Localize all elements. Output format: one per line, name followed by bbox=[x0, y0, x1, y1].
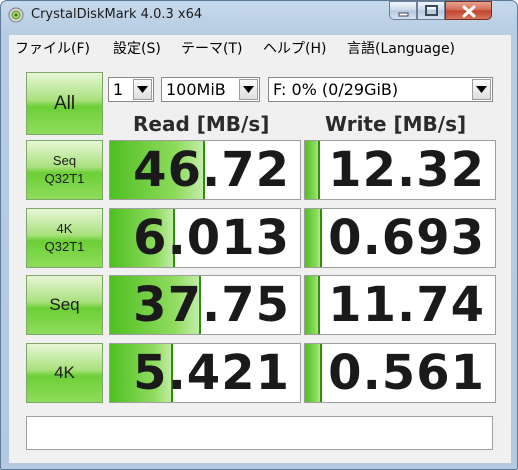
menu-file[interactable]: ファイル(F) bbox=[15, 38, 90, 58]
maximize-icon bbox=[425, 5, 438, 16]
write-bar-edge bbox=[318, 276, 321, 334]
write-value: 11.74 bbox=[328, 277, 485, 333]
menu-help[interactable]: ヘルプ(H) bbox=[263, 38, 326, 58]
menu-language[interactable]: 言語(Language) bbox=[347, 38, 455, 58]
main-panel: All 1 100MiB F: 0% (0/29GiB) Read [MB/s]… bbox=[9, 57, 511, 463]
comment-field[interactable] bbox=[26, 416, 493, 450]
read-value: 37.75 bbox=[133, 277, 290, 333]
read-cell: 6.013 bbox=[109, 208, 301, 268]
test-size-value: 100MiB bbox=[166, 80, 226, 99]
write-value: 12.32 bbox=[328, 142, 485, 198]
read-value: 6.013 bbox=[133, 210, 290, 266]
maximize-button[interactable] bbox=[417, 1, 445, 20]
minimize-icon bbox=[398, 12, 409, 17]
app-icon bbox=[8, 7, 24, 23]
close-button[interactable] bbox=[445, 1, 492, 20]
menu-bar: ファイル(F) 設定(S) テーマ(T) ヘルプ(H) 言語(Language) bbox=[9, 35, 511, 57]
seq-q32t1-button[interactable]: Seq Q32T1 bbox=[26, 140, 103, 200]
write-cell: 0.693 bbox=[304, 208, 496, 268]
close-icon bbox=[462, 5, 476, 18]
4k-button[interactable]: 4K bbox=[26, 343, 103, 403]
all-button[interactable]: All bbox=[26, 72, 103, 135]
drive-select[interactable]: F: 0% (0/29GiB) bbox=[268, 77, 493, 102]
read-value: 46.72 bbox=[133, 142, 290, 198]
write-header: Write [MB/s] bbox=[325, 112, 467, 136]
row-label: Seq bbox=[52, 153, 77, 168]
read-header: Read [MB/s] bbox=[133, 112, 270, 136]
minimize-button[interactable] bbox=[389, 1, 417, 20]
write-cell: 12.32 bbox=[304, 140, 496, 200]
read-cell: 46.72 bbox=[109, 140, 301, 200]
dropdown-arrow-icon[interactable] bbox=[472, 79, 491, 100]
dropdown-arrow-icon[interactable] bbox=[133, 79, 152, 100]
app-window: CrystalDiskMark 4.0.3 x64 ファイル(F) 設定(S) … bbox=[0, 0, 518, 470]
drive-value: F: 0% (0/29GiB) bbox=[273, 80, 399, 99]
write-value: 0.693 bbox=[328, 210, 485, 266]
read-value: 5.421 bbox=[133, 345, 290, 401]
write-cell: 0.561 bbox=[304, 343, 496, 403]
write-bar-edge bbox=[320, 344, 323, 402]
row-sublabel: Q32T1 bbox=[44, 171, 85, 186]
menu-theme[interactable]: テーマ(T) bbox=[181, 38, 242, 58]
dropdown-arrow-icon[interactable] bbox=[239, 79, 258, 100]
4k-q32t1-button[interactable]: 4K Q32T1 bbox=[26, 208, 103, 268]
seq-button[interactable]: Seq bbox=[26, 275, 103, 335]
write-value: 0.561 bbox=[328, 345, 485, 401]
test-count-value: 1 bbox=[113, 80, 124, 99]
write-cell: 11.74 bbox=[304, 275, 496, 335]
read-cell: 37.75 bbox=[109, 275, 301, 335]
read-cell: 5.421 bbox=[109, 343, 301, 403]
window-title: CrystalDiskMark 4.0.3 x64 bbox=[31, 7, 203, 22]
test-size-select[interactable]: 100MiB bbox=[161, 77, 260, 102]
test-count-select[interactable]: 1 bbox=[108, 77, 154, 102]
menu-settings[interactable]: 設定(S) bbox=[113, 38, 161, 58]
write-bar-edge bbox=[318, 141, 321, 199]
title-bar[interactable]: CrystalDiskMark 4.0.3 x64 bbox=[1, 1, 517, 29]
row-label: 4K bbox=[56, 221, 73, 236]
write-bar-edge bbox=[320, 209, 323, 267]
row-label: 4K bbox=[54, 363, 75, 382]
row-label: Seq bbox=[49, 295, 80, 314]
row-sublabel: Q32T1 bbox=[44, 239, 85, 254]
